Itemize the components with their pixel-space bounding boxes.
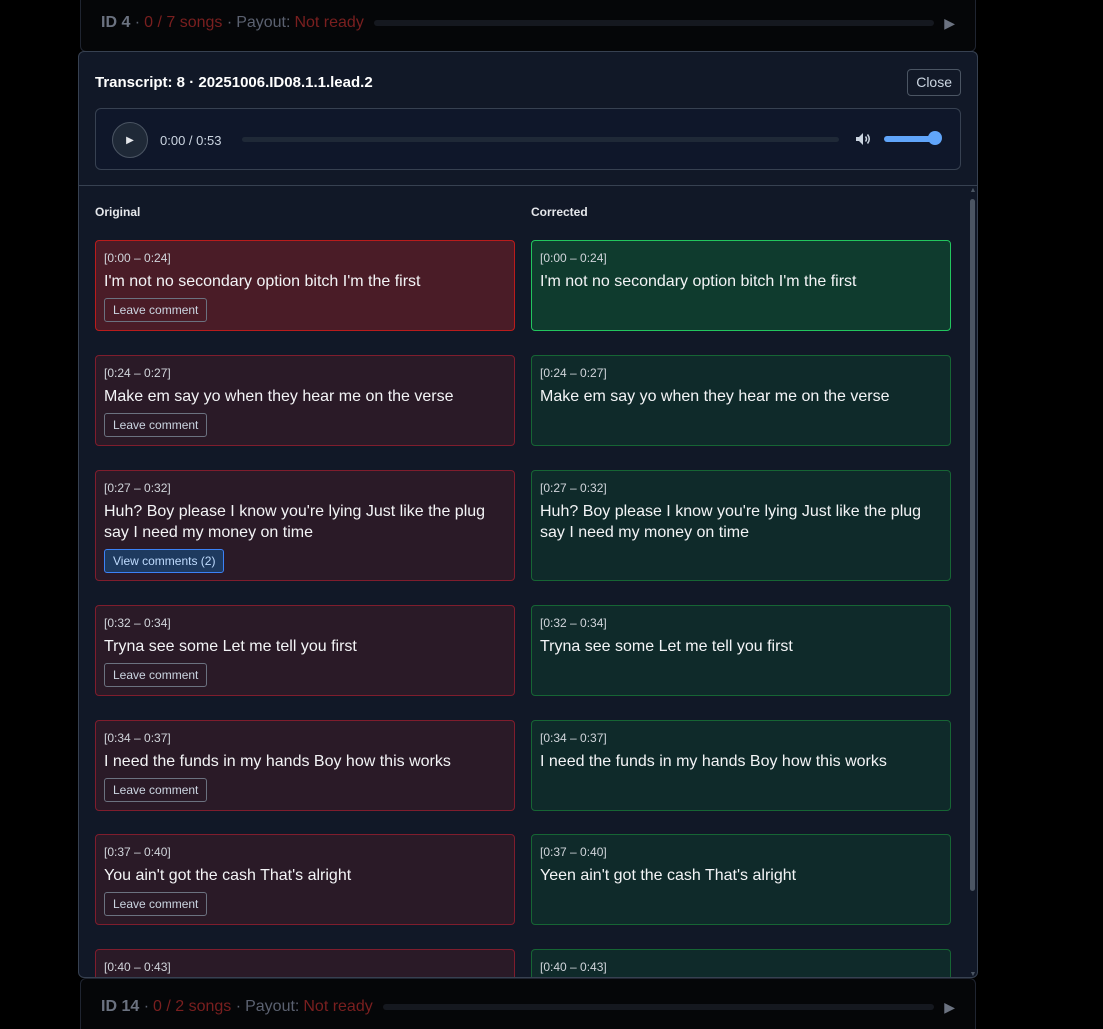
segment-text: Tryna see some Let me tell you first (540, 638, 793, 655)
song-row-id14[interactable]: ID 14 · 0 / 2 songs · Payout: Not ready … (80, 978, 976, 1029)
original-segment[interactable]: [0:34 – 0:37] I need the funds in my han… (95, 720, 515, 811)
scrollbar-thumb[interactable] (970, 199, 975, 891)
payout-label: Payout: (245, 998, 300, 1015)
segment-text: I'm not no secondary option bitch I'm th… (104, 273, 421, 290)
playback-time: 0:00 / 0:53 (160, 133, 222, 148)
payout-status: Not ready (294, 14, 364, 31)
original-segment[interactable]: [0:32 – 0:34] Tryna see some Let me tell… (95, 605, 515, 696)
segment-text: Make em say yo when they hear me on the … (104, 388, 454, 405)
segment-timestamp: [0:34 – 0:37] (540, 731, 607, 745)
modal-header: Transcript: 8 · 20251006.ID08.1.1.lead.2… (79, 52, 977, 186)
segment-timestamp: [0:27 – 0:32] (540, 481, 607, 495)
separator: · (139, 998, 150, 1015)
volume-slider[interactable] (884, 136, 934, 142)
scroll-down-icon[interactable]: ▼ (969, 971, 977, 977)
segment-text: Yeen ain't got the cash That's alright (540, 867, 797, 884)
segment-timestamp: [0:32 – 0:34] (104, 616, 171, 630)
corrected-segment[interactable]: [0:37 – 0:40] Yeen ain't got the cash Th… (531, 834, 951, 925)
play-icon[interactable]: ▶ (112, 122, 148, 158)
segment-text: Make em say yo when they hear me on the … (540, 388, 890, 405)
leave-comment-button[interactable]: Leave comment (104, 778, 208, 802)
corrected-segment[interactable]: [0:32 – 0:34] Tryna see some Let me tell… (531, 605, 951, 696)
segment-timestamp: [0:24 – 0:27] (104, 366, 171, 380)
original-column-heading: Original (95, 205, 141, 219)
corrected-segment[interactable]: [0:40 – 0:43] (531, 949, 951, 977)
segment-text: I need the funds in my hands Boy how thi… (540, 753, 887, 770)
song-row-id4[interactable]: ID 4 · 0 / 7 songs · Payout: Not ready ▶ (80, 0, 976, 52)
payout-label: Payout: (236, 14, 291, 31)
song-count: 0 / 2 songs (153, 998, 232, 1015)
corrected-segment[interactable]: [0:00 – 0:24] I'm not no secondary optio… (531, 240, 951, 331)
segment-timestamp: [0:40 – 0:43] (540, 960, 607, 974)
corrected-segment[interactable]: [0:24 – 0:27] Make em say yo when they h… (531, 355, 951, 446)
leave-comment-button[interactable]: Leave comment (104, 298, 208, 322)
separator: · (231, 998, 242, 1015)
corrected-column-heading: Corrected (531, 205, 588, 219)
segment-text: I need the funds in my hands Boy how thi… (104, 753, 451, 770)
segment-timestamp: [0:27 – 0:32] (104, 481, 171, 495)
transcript-body: Original Corrected [0:00 – 0:24] I'm not… (79, 187, 977, 977)
volume-icon[interactable] (854, 130, 872, 148)
segment-timestamp: [0:37 – 0:40] (104, 845, 171, 859)
row-id: ID 14 (101, 998, 140, 1015)
segment-timestamp: [0:24 – 0:27] (540, 366, 607, 380)
row-id: ID 4 (101, 14, 131, 31)
original-segment[interactable]: [0:00 – 0:24] I'm not no secondary optio… (95, 240, 515, 331)
song-count: 0 / 7 songs (144, 14, 223, 31)
segment-timestamp: [0:40 – 0:43] (104, 960, 171, 974)
segment-text: Tryna see some Let me tell you first (104, 638, 357, 655)
segment-text: You ain't got the cash That's alright (104, 867, 352, 884)
row-progress-track (373, 20, 935, 26)
volume-slider-thumb[interactable] (928, 131, 942, 145)
original-segment[interactable]: [0:37 – 0:40] You ain't got the cash Tha… (95, 834, 515, 925)
corrected-segment[interactable]: [0:34 – 0:37] I need the funds in my han… (531, 720, 951, 811)
play-icon[interactable]: ▶ (944, 999, 955, 1016)
corrected-segment[interactable]: [0:27 – 0:32] Huh? Boy please I know you… (531, 470, 951, 581)
original-segment[interactable]: [0:40 – 0:43] (95, 949, 515, 977)
row-progress-track (382, 1004, 935, 1010)
segment-timestamp: [0:32 – 0:34] (540, 616, 607, 630)
audio-player: ▶ 0:00 / 0:53 (95, 108, 961, 170)
play-icon[interactable]: ▶ (944, 15, 955, 32)
segment-timestamp: [0:00 – 0:24] (104, 251, 171, 265)
close-button[interactable]: Close (907, 69, 961, 96)
segment-timestamp: [0:37 – 0:40] (540, 845, 607, 859)
original-segment[interactable]: [0:24 – 0:27] Make em say yo when they h… (95, 355, 515, 446)
leave-comment-button[interactable]: Leave comment (104, 892, 208, 916)
view-comments-button[interactable]: View comments (2) (104, 549, 225, 573)
scroll-up-icon[interactable]: ▲ (969, 187, 977, 195)
original-segment[interactable]: [0:27 – 0:32] Huh? Boy please I know you… (95, 470, 515, 581)
separator: · (130, 14, 141, 31)
segment-text: Huh? Boy please I know you're lying Just… (104, 503, 486, 541)
separator: · (222, 14, 233, 31)
segment-text: Huh? Boy please I know you're lying Just… (540, 503, 922, 541)
modal-title: Transcript: 8 · 20251006.ID08.1.1.lead.2 (95, 74, 373, 91)
segment-timestamp: [0:34 – 0:37] (104, 731, 171, 745)
payout-status: Not ready (303, 998, 373, 1015)
seek-bar[interactable] (242, 137, 839, 142)
leave-comment-button[interactable]: Leave comment (104, 663, 208, 687)
segment-timestamp: [0:00 – 0:24] (540, 251, 607, 265)
leave-comment-button[interactable]: Leave comment (104, 413, 208, 437)
segment-text: I'm not no secondary option bitch I'm th… (540, 273, 857, 290)
scrollbar[interactable]: ▲ ▼ (969, 187, 977, 977)
transcript-modal: Transcript: 8 · 20251006.ID08.1.1.lead.2… (78, 51, 978, 978)
